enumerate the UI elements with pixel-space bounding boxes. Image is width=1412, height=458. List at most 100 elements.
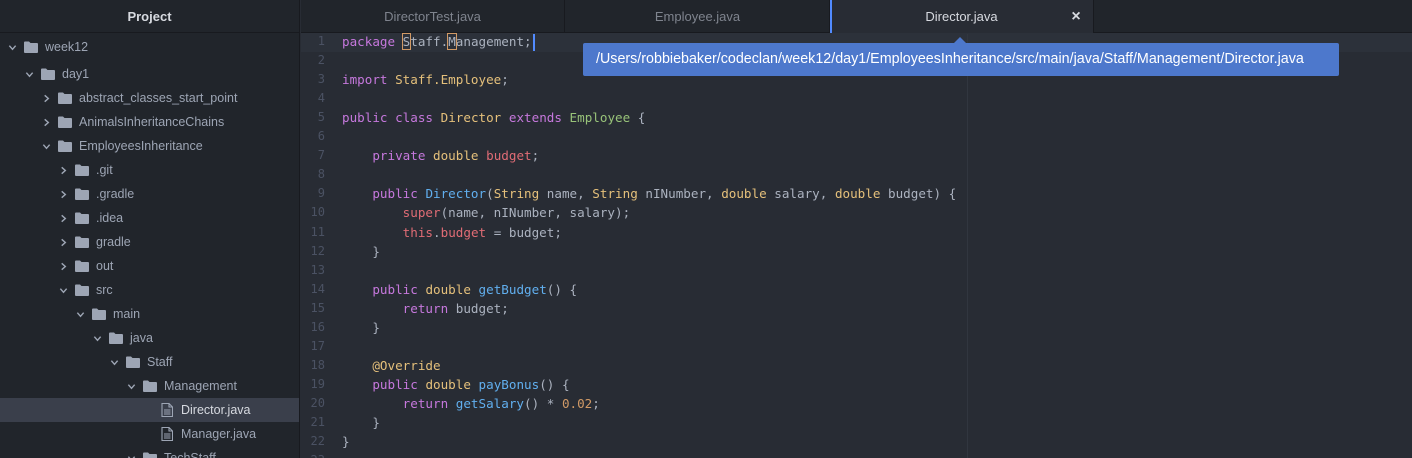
tab-employee[interactable]: Employee.java [566,0,830,33]
tree-folder-item[interactable]: TechStaff [0,446,299,458]
chevron-down-icon[interactable] [91,326,103,350]
tree-folder-item[interactable]: EmployeesInheritance [0,134,299,158]
code-line: super(name, nINumber, salary); [342,203,630,222]
folder-icon [23,40,39,54]
tree-item-label: Management [164,379,237,393]
chevron-down-icon[interactable] [6,35,18,59]
tree-folder-item[interactable]: .idea [0,206,299,230]
chevron-right-icon[interactable] [40,110,52,134]
code-token: budget; [448,301,509,316]
chevron-right-icon[interactable] [57,230,69,254]
file-icon [159,427,175,441]
line-number: 17 [310,339,325,353]
code-token: () * [524,396,562,411]
code-line: this.budget = budget; [342,223,562,242]
code-token: name, [539,186,593,201]
code-token: budget [440,225,487,240]
code-token: payBonus [478,377,540,392]
code-token: . [433,225,441,240]
tree-folder-item[interactable]: .gradle [0,182,299,206]
chevron-right-icon[interactable] [57,254,69,278]
code-token: Director [440,110,502,125]
tree-folder-item[interactable]: day1 [0,62,299,86]
line-number: 13 [310,263,325,277]
code-line: public Director(String name, String nINu… [342,184,956,203]
tree-folder-item[interactable]: week12 [0,35,299,59]
folder-icon [125,355,141,369]
chevron-down-icon[interactable] [125,446,137,458]
folder-icon [74,259,90,273]
code-token: super [402,205,441,220]
tree-item-label: src [96,283,113,297]
folder-icon [57,91,73,105]
code-line: return getSalary() * 0.02; [342,394,600,413]
close-icon[interactable]: × [1069,0,1083,33]
tree-item-label: gradle [96,235,131,249]
text-cursor [532,34,535,51]
tree-folder-item[interactable]: out [0,254,299,278]
code-token: public [372,186,418,201]
tab-director[interactable]: Director.java × [830,0,1094,34]
code-token: = budget; [486,225,562,240]
folder-icon [74,235,90,249]
code-token: getBudget [478,282,547,297]
line-number: 5 [317,110,325,124]
chevron-down-icon[interactable] [125,374,137,398]
wrap-guide [967,34,968,458]
code-token: ; [592,396,600,411]
code-line: public double getBudget() { [342,280,577,299]
tab-directortest[interactable]: DirectorTest.java [301,0,565,33]
tree-folder-item[interactable]: main [0,302,299,326]
line-number: 23 [295,451,325,458]
code-token: private [372,148,426,163]
folder-icon [74,211,90,225]
tree-file-item[interactable]: Manager.java [0,422,299,446]
line-number: 8 [317,167,325,181]
tree-folder-item[interactable]: Staff [0,350,299,374]
chevron-right-icon[interactable] [57,182,69,206]
tree-item-label: TechStaff [164,451,216,458]
code-token: extends [508,110,562,125]
line-number: 16 [310,320,325,334]
line-number: 20 [310,396,325,410]
tree-folder-item[interactable]: src [0,278,299,302]
chevron-down-icon[interactable] [108,350,120,374]
chevron-down-icon[interactable] [40,134,52,158]
code-line: } [342,413,380,432]
tree-folder-item[interactable]: gradle [0,230,299,254]
tree-file-item[interactable]: Director.java [0,398,299,422]
code-token: salary, [766,186,835,201]
code-token: String [493,186,540,201]
tree-item-label: .git [96,163,113,177]
tree-folder-item[interactable]: Management [0,374,299,398]
code-token: taff. [410,34,449,49]
tab-label: Employee.java [654,9,741,24]
chevron-down-icon[interactable] [57,278,69,302]
chevron-down-icon[interactable] [74,302,86,326]
tree-item-label: .gradle [96,187,135,201]
tree-folder-item[interactable]: java [0,326,299,350]
chevron-right-icon[interactable] [57,206,69,230]
code-editor[interactable]: 1234567891011121314151617181920212223 pa… [301,33,1412,458]
tree-item-label: out [96,259,114,273]
tree-folder-item[interactable]: AnimalsInheritanceChains [0,110,299,134]
code-line: } [342,242,380,261]
tree-folder-item[interactable]: abstract_classes_start_point [0,86,299,110]
chevron-down-icon[interactable] [23,62,35,86]
line-number: 22 [310,434,325,448]
chevron-right-icon[interactable] [40,86,52,110]
tree-item-label: Director.java [181,403,251,417]
code-token: } [342,434,350,449]
tree-folder-item[interactable]: .git [0,158,299,182]
tree-item-label: abstract_classes_start_point [79,91,238,105]
folder-icon [74,283,90,297]
chevron-right-icon[interactable] [57,158,69,182]
